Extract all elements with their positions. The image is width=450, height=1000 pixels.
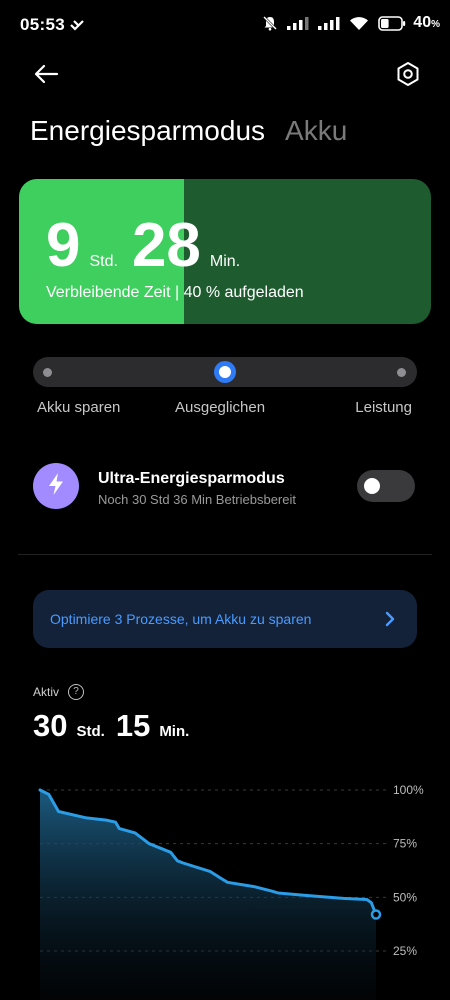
battery-percent-unit: % [431, 19, 440, 30]
settings-button[interactable] [392, 60, 424, 92]
mode-label-leistung[interactable]: Leistung [355, 399, 412, 416]
remaining-subtitle: Verbleibende Zeit | 40 % aufgeladen [46, 284, 304, 301]
link-icon [70, 18, 84, 36]
ultra-mode-title: Ultra-Energiesparmodus [98, 470, 285, 487]
remaining-hours-unit: Std. [89, 253, 118, 270]
active-label-row: Aktiv ? [33, 684, 85, 700]
mode-slider-thumb[interactable] [214, 361, 236, 383]
signal-sim1-icon [287, 16, 309, 30]
optimize-text: Optimiere 3 Prozesse, um Akku zu sparen [50, 611, 312, 627]
ultra-mode-toggle[interactable] [357, 470, 415, 502]
title-tabs: Energiesparmodus Akku [30, 115, 347, 147]
mode-stop-akku-sparen[interactable] [43, 368, 52, 377]
tab-akku[interactable]: Akku [285, 115, 347, 147]
remaining-time-card: 9 Std. 28 Min. Verbleibende Zeit | 40 % … [19, 179, 431, 324]
mode-label-ausgeglichen[interactable]: Ausgeglichen [175, 399, 265, 416]
chart-area-fill [40, 790, 376, 1000]
mute-bell-icon [262, 15, 278, 31]
wifi-icon [349, 16, 369, 31]
hexagon-settings-icon [395, 61, 421, 92]
remaining-minutes-unit: Min. [209, 253, 241, 270]
battery-icon [378, 15, 406, 31]
mode-stop-leistung[interactable] [397, 368, 406, 377]
remaining-time: 9 Std. 28 Min. [46, 215, 254, 277]
question-icon[interactable]: ? [68, 684, 85, 700]
ultra-mode-icon-badge [33, 463, 79, 509]
battery-percent: 40% [413, 14, 440, 32]
lightning-icon [46, 472, 66, 501]
back-button[interactable] [30, 60, 62, 92]
active-hours: 30 [33, 708, 68, 743]
optimize-processes-banner[interactable]: Optimiere 3 Prozesse, um Akku zu sparen [33, 590, 417, 648]
active-minutes: 15 [115, 708, 151, 743]
battery-percent-value: 40 [413, 14, 432, 31]
y-tick-label: 25% [393, 944, 417, 958]
chart-end-point [370, 909, 382, 920]
mode-label-akku-sparen[interactable]: Akku sparen [37, 399, 120, 416]
battery-level-chart: 100% 75% 50% 25% [38, 783, 424, 1000]
y-tick-label: 50% [393, 890, 417, 904]
tab-energiesparmodus[interactable]: Energiesparmodus [30, 115, 265, 147]
toggle-knob [364, 478, 380, 494]
chevron-right-icon [385, 611, 395, 632]
remaining-minutes: 28 [131, 211, 201, 280]
status-icons: 40% [262, 14, 440, 32]
power-mode-slider[interactable] [33, 357, 417, 387]
y-tick-label: 100% [393, 783, 424, 797]
divider [18, 554, 432, 555]
ultra-mode-subtitle: Noch 30 Std 36 Min Betriebsbereit [98, 492, 296, 507]
arrow-left-icon [33, 64, 59, 89]
active-time: 30 Std. 15 Min. [33, 708, 200, 744]
active-hours-unit: Std. [76, 723, 105, 740]
active-minutes-unit: Min. [159, 723, 190, 740]
remaining-hours: 9 [46, 211, 81, 280]
active-label: Aktiv [33, 685, 60, 699]
status-bar: 05:53 40% [0, 0, 450, 52]
signal-sim2-icon [318, 16, 340, 30]
status-time: 05:53 [20, 15, 65, 34]
y-tick-label: 75% [393, 837, 417, 851]
